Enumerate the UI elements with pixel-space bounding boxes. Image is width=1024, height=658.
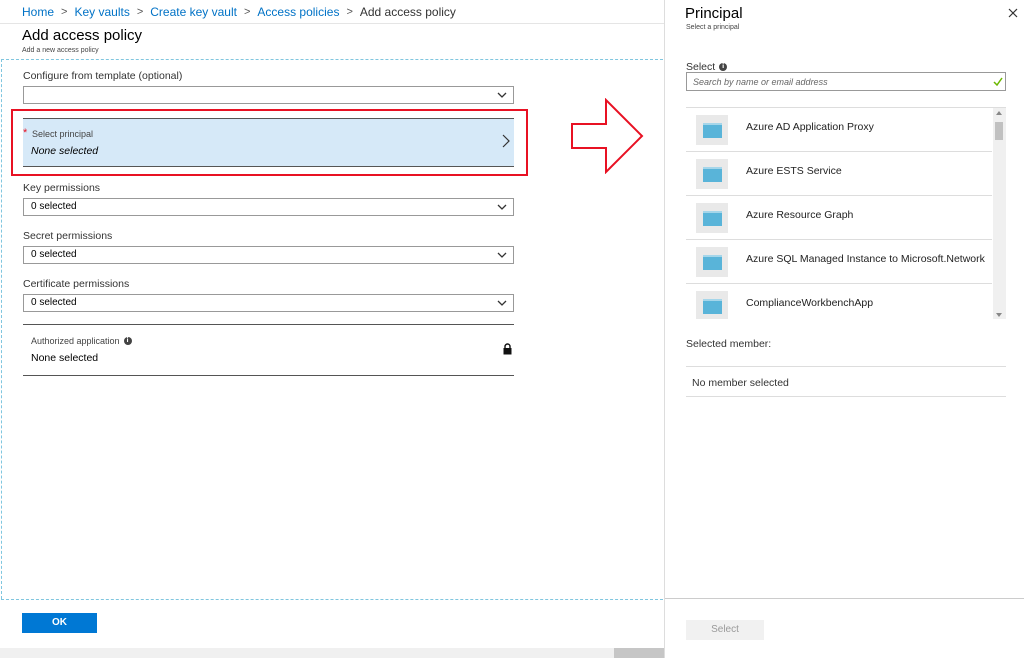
principal-list-item[interactable]: Azure Resource Graph	[686, 196, 992, 240]
chevron-right-icon	[502, 134, 510, 148]
focus-outline-bottom	[1, 599, 663, 600]
breadcrumb-access-policies[interactable]: Access policies	[257, 5, 339, 19]
principal-name: Azure AD Application Proxy	[746, 121, 874, 133]
required-marker: *	[23, 127, 28, 139]
principal-name: Azure ESTS Service	[746, 165, 842, 177]
breadcrumb-create-key-vault[interactable]: Create key vault	[150, 5, 237, 19]
select-principal-label: Select principal	[32, 129, 94, 139]
breadcrumb-separator-icon: >	[136, 6, 144, 18]
scroll-down-icon[interactable]	[996, 313, 1002, 317]
breadcrumb-separator-icon: >	[61, 6, 68, 18]
info-icon[interactable]: i	[123, 337, 132, 345]
lock-icon	[503, 343, 512, 355]
authorized-application-label: Authorized application	[31, 336, 120, 346]
breadcrumb-home[interactable]: Home	[22, 5, 54, 19]
principal-search-input[interactable]	[686, 72, 1006, 91]
breadcrumb-separator-icon: >	[346, 6, 353, 18]
app-registration-icon	[696, 115, 728, 145]
authorized-application-label-row: Authorized application i	[31, 336, 132, 346]
secret-permissions-label: Secret permissions	[23, 230, 113, 242]
chevron-down-icon	[497, 92, 507, 98]
divider	[686, 366, 1006, 367]
horizontal-scrollbar[interactable]	[0, 648, 664, 658]
breadcrumb-current: Add access policy	[359, 5, 456, 19]
page-subtitle: Add a new access policy	[22, 47, 99, 54]
footer-divider	[665, 598, 1024, 599]
breadcrumb-divider	[0, 23, 664, 24]
principal-panel-subtitle: Select a principal	[686, 24, 740, 31]
select-principal-field[interactable]: * Select principal None selected	[23, 118, 514, 167]
principal-list-item[interactable]: Azure ESTS Service	[686, 152, 992, 196]
checkmark-icon	[993, 77, 1003, 86]
breadcrumb: Home > Key vaults > Create key vault > A…	[22, 5, 456, 19]
principal-list-item[interactable]: Azure SQL Managed Instance to Microsoft.…	[686, 240, 992, 284]
scrollbar-thumb[interactable]	[614, 648, 664, 658]
app-registration-icon	[696, 291, 728, 319]
no-member-text: No member selected	[692, 377, 789, 389]
principal-panel-title: Principal	[685, 5, 743, 22]
select-principal-value: None selected	[31, 145, 99, 157]
ok-button[interactable]: OK	[22, 613, 97, 633]
right-arrow-annotation	[571, 98, 644, 174]
chevron-down-icon	[497, 252, 507, 258]
scroll-up-icon[interactable]	[996, 111, 1002, 115]
principal-list-item[interactable]: ComplianceWorkbenchApp	[686, 284, 992, 319]
breadcrumb-key-vaults[interactable]: Key vaults	[74, 5, 129, 19]
focus-outline-left	[1, 59, 2, 599]
selected-member-label: Selected member:	[686, 338, 772, 350]
key-permissions-value: 0 selected	[31, 201, 77, 212]
authorized-application-value: None selected	[31, 352, 99, 364]
principal-list-item[interactable]: Azure AD Application Proxy	[686, 108, 992, 152]
app-registration-icon	[696, 247, 728, 277]
principal-list: Azure AD Application Proxy Azure ESTS Se…	[686, 107, 1006, 319]
close-icon[interactable]	[1008, 8, 1018, 18]
key-permissions-label: Key permissions	[23, 182, 101, 194]
certificate-permissions-label: Certificate permissions	[23, 278, 130, 290]
app-registration-icon	[696, 203, 728, 233]
chevron-down-icon	[497, 204, 507, 210]
divider	[686, 396, 1006, 397]
chevron-down-icon	[497, 300, 507, 306]
page-title: Add access policy	[22, 27, 143, 44]
app-registration-icon	[696, 159, 728, 189]
key-permissions-dropdown[interactable]: 0 selected	[23, 198, 514, 216]
breadcrumb-separator-icon: >	[243, 6, 251, 18]
secret-permissions-value: 0 selected	[31, 249, 77, 260]
template-dropdown[interactable]	[23, 86, 514, 104]
certificate-permissions-value: 0 selected	[31, 297, 77, 308]
info-icon[interactable]: i	[719, 63, 728, 71]
principal-name: Azure SQL Managed Instance to Microsoft.…	[746, 253, 985, 265]
principal-list-scrollbar[interactable]	[993, 108, 1006, 319]
template-label: Configure from template (optional)	[23, 70, 183, 82]
select-button[interactable]: Select	[686, 620, 764, 640]
focus-outline-top	[1, 59, 663, 60]
authorized-application-field: Authorized application i None selected	[23, 324, 514, 376]
principal-name: Azure Resource Graph	[746, 209, 854, 221]
add-access-policy-blade: Home > Key vaults > Create key vault > A…	[0, 0, 664, 658]
secret-permissions-dropdown[interactable]: 0 selected	[23, 246, 514, 264]
certificate-permissions-dropdown[interactable]: 0 selected	[23, 294, 514, 312]
principal-name: ComplianceWorkbenchApp	[746, 297, 874, 309]
scrollbar-thumb[interactable]	[995, 122, 1003, 140]
principal-panel: Principal Select a principal Select i Az…	[664, 0, 1024, 658]
